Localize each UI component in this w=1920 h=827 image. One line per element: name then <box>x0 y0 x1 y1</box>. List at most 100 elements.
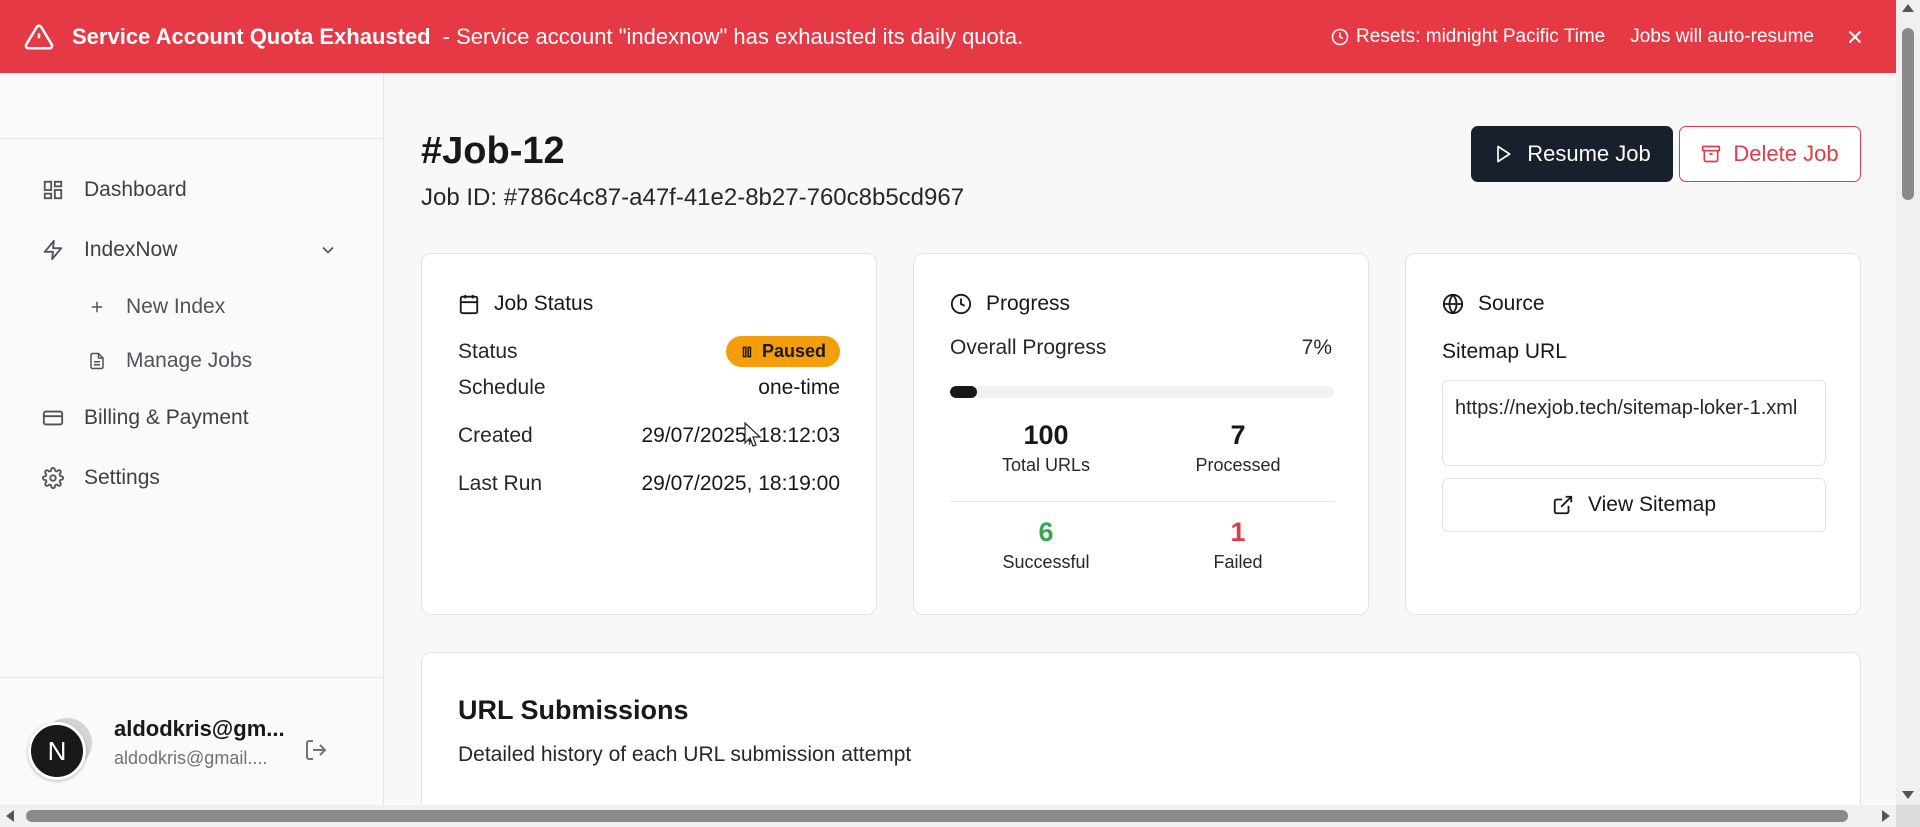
external-link-icon <box>1553 495 1573 515</box>
stat-caption: Successful <box>1002 552 1090 572</box>
overall-progress-percent: 7% <box>1301 336 1332 359</box>
schedule-value: one-time <box>758 376 840 399</box>
progress-heading: Progress <box>950 292 1070 316</box>
scrollbar-corner <box>1896 805 1920 827</box>
created-label: Created <box>458 424 533 447</box>
vertical-scrollbar[interactable] <box>1896 0 1920 805</box>
pause-icon <box>742 346 752 357</box>
card-title: Source <box>1478 292 1545 315</box>
sidebar-item-dashboard[interactable]: Dashboard <box>0 160 384 220</box>
sitemap-url-field[interactable]: https://nexjob.tech/sitemap-loker-1.xml <box>1442 380 1826 466</box>
delete-job-button[interactable]: Delete Job <box>1679 126 1861 182</box>
avatar[interactable]: N <box>28 722 86 780</box>
created-value: 29/07/2025, 18:12:03 <box>641 424 840 447</box>
stat-caption: Processed <box>1195 455 1281 475</box>
scroll-down-arrow[interactable] <box>1902 791 1914 799</box>
banner-title: Service Account Quota Exhausted <box>72 23 431 49</box>
warning-icon <box>24 23 54 49</box>
stat-caption: Failed <box>1213 552 1263 572</box>
resume-job-button[interactable]: Resume Job <box>1471 126 1673 182</box>
banner-auto-resume: Jobs will auto-resume <box>1630 25 1814 47</box>
mouse-cursor-icon <box>744 422 762 447</box>
close-icon[interactable] <box>1844 26 1866 48</box>
file-text-icon <box>90 352 104 370</box>
progress-card: Progress Overall Progress 7% 100 Total U… <box>913 253 1369 615</box>
sidebar-item-new-index[interactable]: New Index <box>0 280 384 334</box>
stat-successful: 6 Successful <box>950 517 1142 573</box>
plus-icon <box>91 301 103 313</box>
sidebar-divider <box>0 138 384 139</box>
calendar-icon <box>459 294 479 315</box>
stat-number: 7 <box>1230 420 1246 450</box>
sidebar-item-label: Billing & Payment <box>84 406 249 429</box>
sidebar-item-indexnow[interactable]: IndexNow <box>0 220 384 280</box>
progress-bar-fill <box>950 386 977 398</box>
clock-icon <box>1331 28 1349 45</box>
zap-icon <box>43 239 63 261</box>
card-title: Progress <box>986 292 1071 315</box>
globe-icon <box>1442 293 1464 315</box>
progress-bar <box>950 386 1334 398</box>
stat-divider <box>950 501 1334 502</box>
schedule-label: Schedule <box>458 376 546 399</box>
status-value: Paused <box>761 341 826 361</box>
last-run-value: 29/07/2025, 18:19:00 <box>641 472 840 495</box>
sidebar-item-settings[interactable]: Settings <box>0 448 384 508</box>
sidebar-item-label: Dashboard <box>84 178 187 201</box>
sidebar-item-label: Manage Jobs <box>126 349 253 372</box>
last-run-row: Last Run 29/07/2025, 18:19:00 <box>458 472 840 496</box>
archive-icon <box>1702 145 1721 163</box>
banner-reset-text: Resets: midnight Pacific Time <box>1356 25 1606 47</box>
view-sitemap-label: View Sitemap <box>1587 493 1716 516</box>
sidebar-item-billing[interactable]: Billing & Payment <box>0 388 384 448</box>
stat-number: 6 <box>1038 517 1054 547</box>
logout-icon[interactable] <box>304 738 328 762</box>
stat-number: 1 <box>1230 517 1246 547</box>
gear-icon <box>42 467 64 489</box>
view-sitemap-button[interactable]: View Sitemap <box>1442 478 1826 532</box>
job-status-card: Job Status Status Paused Schedule one-ti… <box>421 253 877 615</box>
banner-reset-info: Resets: midnight Pacific Time <box>1331 26 1605 48</box>
sitemap-url-label: Sitemap URL <box>1442 340 1567 363</box>
sidebar-item-manage-jobs[interactable]: Manage Jobs <box>0 334 384 388</box>
horizontal-scrollbar[interactable] <box>0 805 1896 827</box>
clock-icon <box>950 293 972 315</box>
sidebar-item-label: Settings <box>84 466 160 489</box>
status-badge: Paused <box>725 336 840 367</box>
quota-alert-banner: Service Account Quota Exhausted - Servic… <box>0 0 1896 73</box>
overall-progress-label: Overall Progress <box>950 336 1107 359</box>
chevron-down-icon[interactable] <box>318 240 338 260</box>
delete-job-label: Delete Job <box>1733 141 1839 166</box>
scroll-up-arrow[interactable] <box>1902 4 1914 12</box>
play-icon <box>1497 145 1511 163</box>
created-row: Created 29/07/2025, 18:12:03 <box>458 424 840 448</box>
status-row: Status Paused <box>458 336 840 367</box>
stat-processed: 7 Processed <box>1142 420 1334 476</box>
main-content: #Job-12 Job ID: #786c4c87-a47f-41e2-8b27… <box>385 0 1896 805</box>
horizontal-scroll-thumb[interactable] <box>26 810 1848 822</box>
overall-progress-row: Overall Progress 7% <box>950 336 1332 360</box>
user-name: aldodkris@gm... <box>114 716 285 741</box>
url-submissions-title: URL Submissions <box>458 695 689 725</box>
scroll-left-arrow[interactable] <box>6 810 14 822</box>
sidebar-item-label: New Index <box>126 295 226 318</box>
stat-total-urls: 100 Total URLs <box>950 420 1142 476</box>
scroll-right-arrow[interactable] <box>1882 810 1890 822</box>
source-card: Source Sitemap URL https://nexjob.tech/s… <box>1405 253 1861 615</box>
resume-job-label: Resume Job <box>1527 141 1651 166</box>
sidebar-item-label: IndexNow <box>84 238 178 261</box>
sidebar-nav: Dashboard IndexNow New Index Manage Jobs… <box>0 160 384 508</box>
user-email: aldodkris@gmail.... <box>114 748 268 768</box>
job-id: Job ID: #786c4c87-a47f-41e2-8b27-760c8b5… <box>421 184 965 211</box>
schedule-row: Schedule one-time <box>458 376 840 400</box>
avatar-group: N <box>28 718 96 780</box>
user-profile[interactable]: N aldodkris@gm... aldodkris@gmail.... <box>0 677 384 805</box>
vertical-scroll-thumb[interactable] <box>1902 28 1914 200</box>
sidebar: IndexNow Dashboard IndexNow New Index Ma… <box>0 0 384 805</box>
stat-number: 100 <box>1023 420 1069 450</box>
banner-message: - Service account "indexnow" has exhaust… <box>442 23 1024 49</box>
card-title: Job Status <box>494 292 594 315</box>
url-submissions-card: URL Submissions Detailed history of each… <box>421 652 1861 805</box>
last-run-label: Last Run <box>458 472 543 495</box>
source-heading: Source <box>1442 292 1545 316</box>
